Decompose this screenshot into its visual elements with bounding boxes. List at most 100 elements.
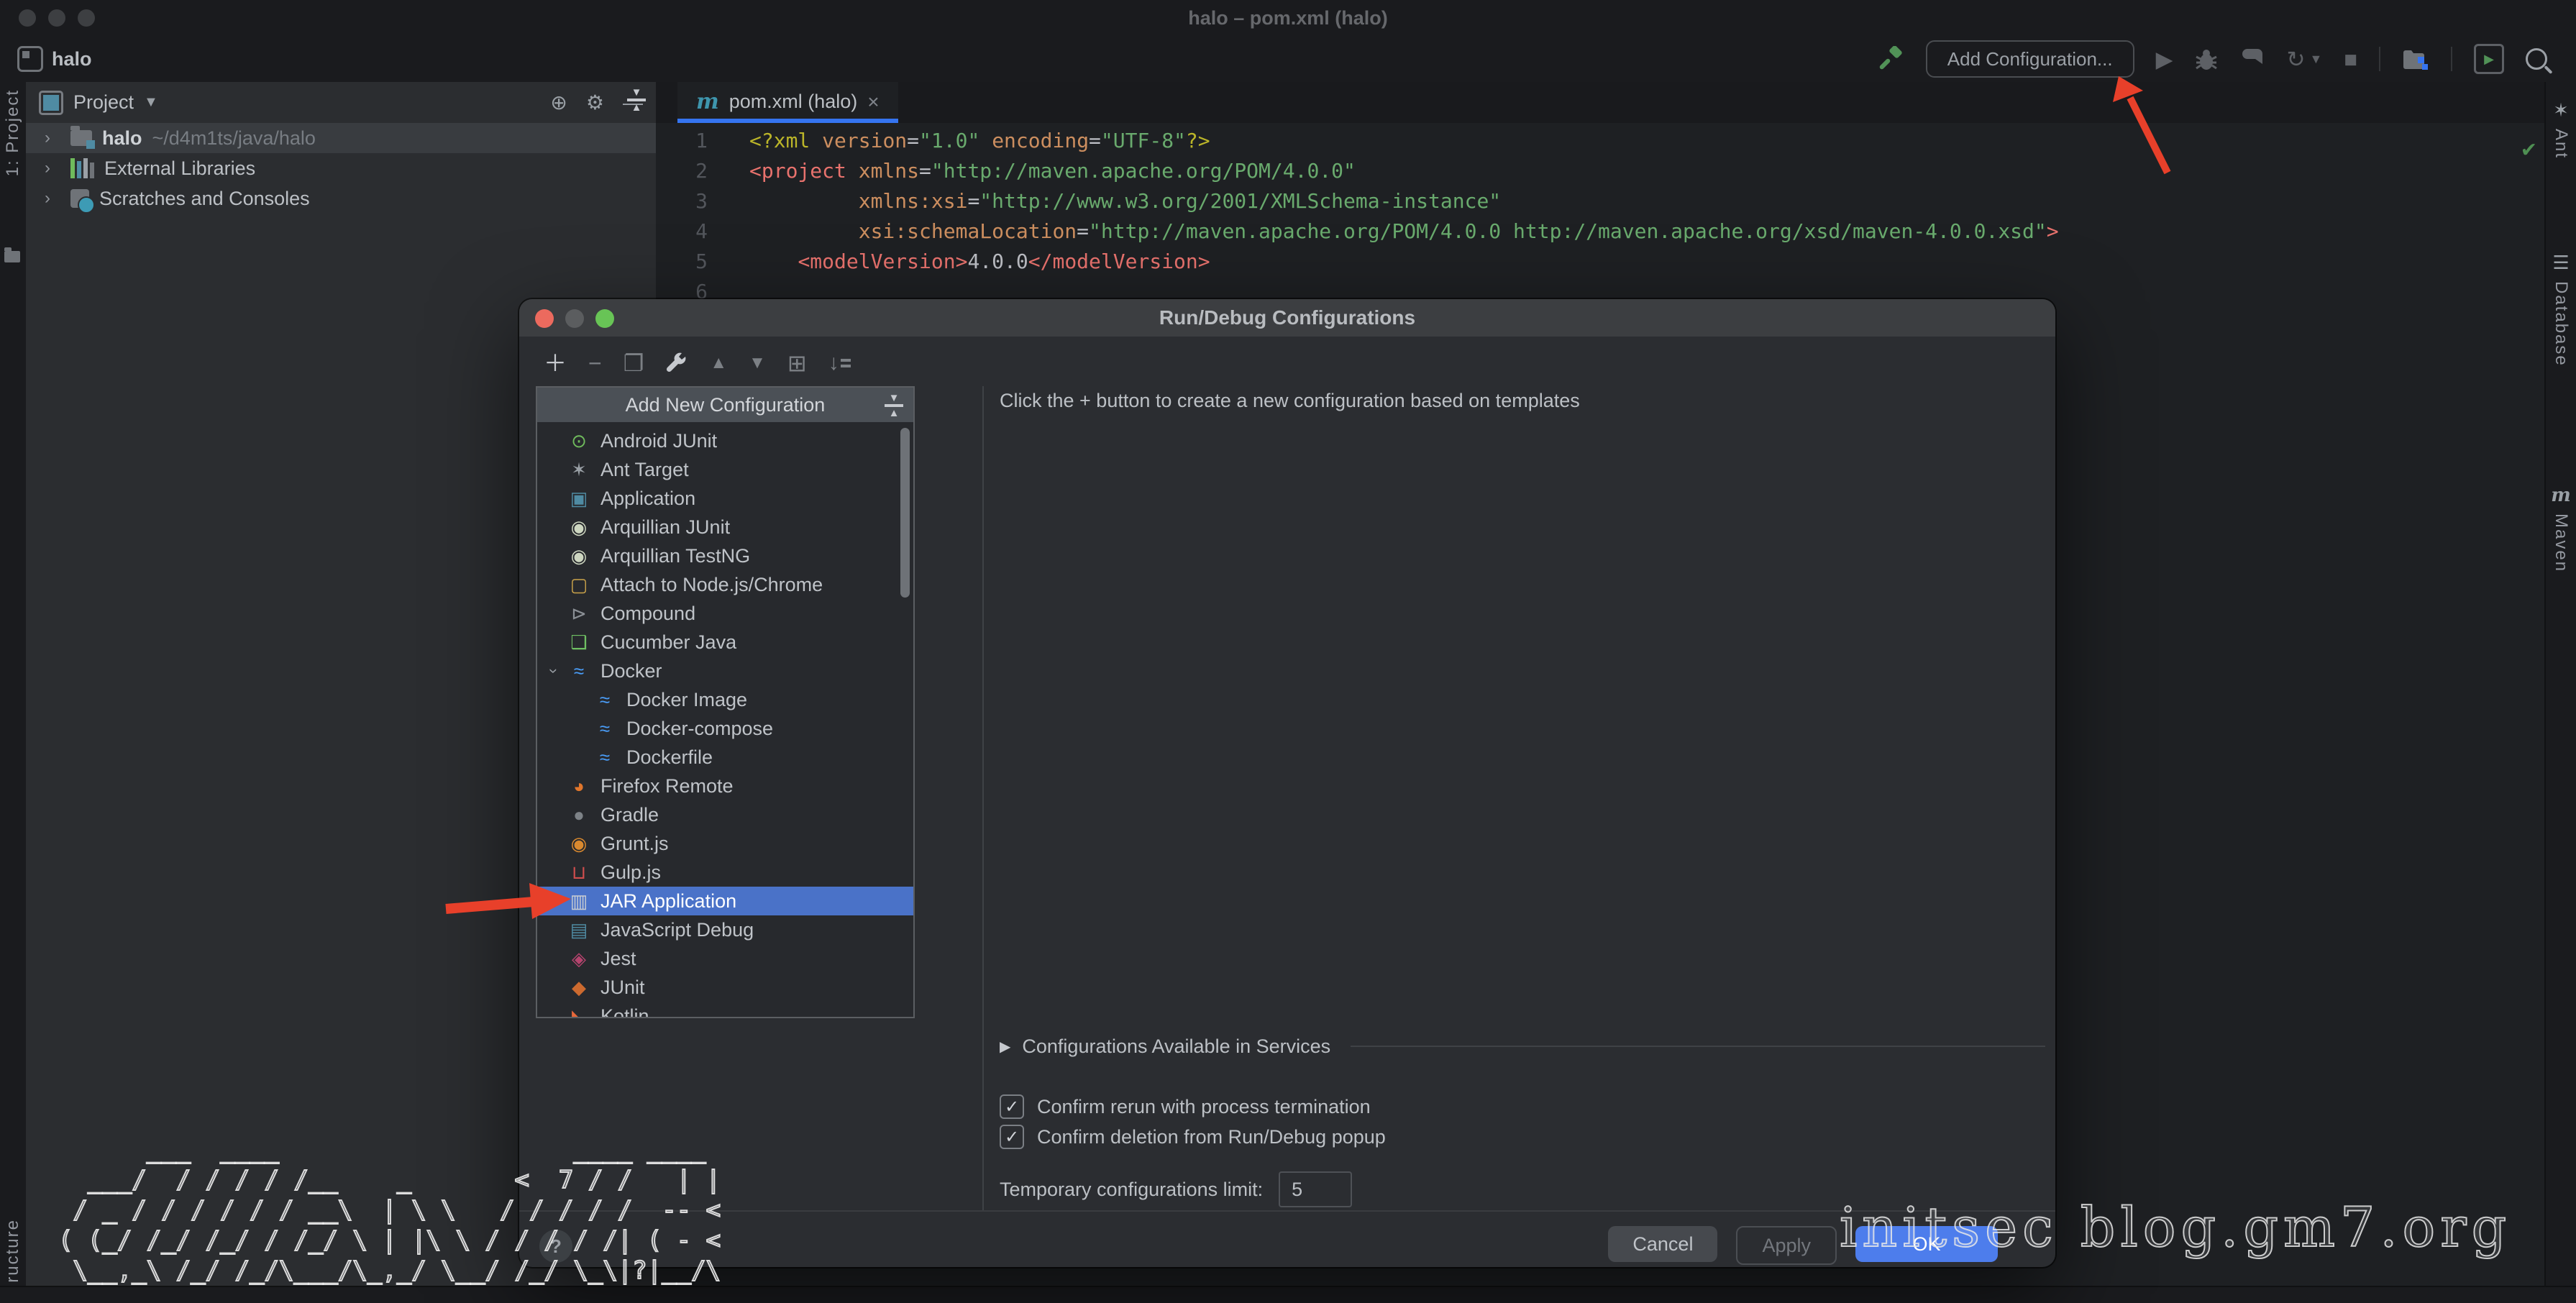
chevron-right-icon[interactable]: ▶ <box>1000 1038 1010 1056</box>
dialog-close-icon[interactable] <box>535 309 554 328</box>
tool-stripe-structure[interactable]: ructure <box>3 1219 23 1283</box>
services-section[interactable]: ▶ Configurations Available in Services <box>1000 1032 2045 1061</box>
config-type-item[interactable]: ⊙Android JUnit <box>537 426 913 455</box>
tool-stripe-database[interactable]: ☰ Database <box>2546 252 2576 367</box>
config-type-item[interactable]: ≈Dockerfile <box>537 743 913 772</box>
code-line: 4 xsi:schemaLocation="http://maven.apach… <box>656 216 2546 247</box>
config-type-item[interactable]: ◕Firefox Remote <box>537 772 913 800</box>
run-icon[interactable]: ▶ <box>2156 48 2173 70</box>
dialog-zoom-icon[interactable] <box>595 309 614 328</box>
project-view-icon <box>39 91 63 115</box>
config-type-item[interactable]: ▢Attach to Node.js/Chrome <box>537 570 913 599</box>
confirm-rerun-checkbox-row[interactable]: ✓ Confirm rerun with process termination <box>1000 1092 1371 1121</box>
tree-item-halo[interactable]: › halo ~/d4m1ts/java/halo <box>26 123 656 153</box>
tool-windows-icon[interactable] <box>2402 47 2429 71</box>
config-type-item[interactable]: ❑Cucumber Java <box>537 628 913 657</box>
confirm-deletion-checkbox-row[interactable]: ✓ Confirm deletion from Run/Debug popup <box>1000 1123 1386 1151</box>
config-type-item[interactable]: ◉Arquillian JUnit <box>537 513 913 541</box>
config-type-label: Gradle <box>600 804 659 826</box>
project-view-selector[interactable]: Project <box>73 91 134 114</box>
move-up-icon[interactable]: ▲ <box>710 355 727 372</box>
config-type-item[interactable]: ▤JavaScript Debug <box>537 915 913 944</box>
code-line: 3 xmlns:xsi="http://www.w3.org/2001/XMLS… <box>656 186 2546 216</box>
copy-icon[interactable]: ❐ <box>624 352 644 375</box>
config-type-item[interactable]: ≈Docker-compose <box>537 714 913 743</box>
close-tab-icon[interactable]: × <box>867 91 879 114</box>
tool-stripe-maven[interactable]: m Maven <box>2546 485 2576 572</box>
status-bar <box>0 1286 2576 1303</box>
config-type-item[interactable]: ◣ Kotlin <box>537 1002 913 1018</box>
kotlin-icon: ◣ <box>566 1005 592 1019</box>
chevron-down-icon[interactable]: ▼ <box>144 94 158 111</box>
stop-icon[interactable]: ■ <box>2344 48 2357 70</box>
tree-item-scratches[interactable]: › Scratches and Consoles <box>26 183 656 214</box>
cucumber-icon: ❑ <box>566 631 592 654</box>
chevron-right-icon[interactable]: › <box>45 128 60 148</box>
new-folder-icon[interactable]: ⊞ <box>787 352 807 375</box>
profiler-icon[interactable] <box>2240 47 2265 71</box>
project-widget[interactable]: halo <box>17 46 92 72</box>
coverage-dropdown-icon[interactable]: ▼ <box>2309 52 2322 65</box>
config-type-item[interactable]: ⊔Gulp.js <box>537 858 913 887</box>
locate-file-icon[interactable]: ⊕ <box>550 91 567 114</box>
search-everywhere-icon[interactable] <box>2526 48 2547 70</box>
database-icon: ☰ <box>2552 252 2569 274</box>
run-anything-icon[interactable]: ▶ <box>2474 44 2504 74</box>
tab-pom-xml[interactable]: m pom.xml (halo) × <box>677 82 898 122</box>
arquillian-icon: ◉ <box>566 516 592 539</box>
checkbox-checked-icon[interactable]: ✓ <box>1000 1125 1024 1149</box>
config-type-label: JAR Application <box>600 890 736 913</box>
line-number: 2 <box>656 156 732 186</box>
sort-alphabetically-icon[interactable]: ↓ <box>828 351 851 375</box>
line-number: 3 <box>656 186 732 216</box>
move-down-icon[interactable]: ▼ <box>749 355 766 372</box>
config-type-item[interactable]: ●Gradle <box>537 800 913 829</box>
coverage-icon[interactable]: ↻ <box>2286 48 2305 70</box>
config-type-item[interactable]: ◆JUnit <box>537 973 913 1002</box>
dialog-minimize-icon[interactable] <box>565 309 584 328</box>
config-type-item[interactable]: ◉Arquillian TestNG <box>537 541 913 570</box>
config-type-item[interactable]: ≈Docker Image <box>537 685 913 714</box>
filter-collapse-icon[interactable]: ▼▲ <box>885 393 903 418</box>
config-type-item[interactable]: ✶Ant Target <box>537 455 913 484</box>
code-line: 2<project xmlns="http://maven.apache.org… <box>656 156 2546 186</box>
run-debug-configurations-dialog: Run/Debug Configurations ＋ − ❐ ▲ ▼ ⊞ ↓ A… <box>519 299 2055 1267</box>
config-type-item[interactable]: ⊳Compound <box>537 599 913 628</box>
templates-hint-text: Click the + button to create a new confi… <box>1000 390 1580 412</box>
cancel-button[interactable]: Cancel <box>1608 1226 1717 1262</box>
debug-bug-icon[interactable] <box>2194 47 2219 71</box>
inspections-ok-icon[interactable]: ✔ <box>2522 133 2536 163</box>
config-type-item[interactable]: ›≈Docker <box>537 657 913 685</box>
tree-item-external-libraries[interactable]: › External Libraries <box>26 153 656 183</box>
project-folder-icon <box>70 130 92 146</box>
temporary-limit-input[interactable] <box>1279 1171 1352 1207</box>
jest-icon: ◈ <box>566 948 592 970</box>
add-icon[interactable]: ＋ <box>544 352 567 375</box>
add-configuration-button[interactable]: Add Configuration... <box>1926 40 2134 78</box>
chevron-expanded-icon[interactable]: › <box>544 659 563 683</box>
config-type-item[interactable]: ▥JAR Application <box>537 887 913 915</box>
config-type-item[interactable]: ◉Grunt.js <box>537 829 913 858</box>
chevron-right-icon[interactable]: › <box>45 158 60 178</box>
collapse-all-icon[interactable]: ▼▲ <box>627 88 646 112</box>
list-scrollbar[interactable] <box>900 428 910 598</box>
bookmark-folder-icon[interactable] <box>4 251 20 262</box>
tool-stripe-project[interactable]: 1: Project <box>3 89 23 176</box>
apply-button[interactable]: Apply <box>1736 1226 1837 1265</box>
config-type-label: Kotlin <box>600 1005 649 1019</box>
build-hammer-icon[interactable] <box>1878 46 1904 72</box>
chevron-right-icon[interactable]: › <box>45 188 60 209</box>
gear-icon[interactable]: ⚙ <box>586 91 604 114</box>
remove-icon[interactable]: − <box>588 352 602 375</box>
config-type-item[interactable]: ▣Application <box>537 484 913 513</box>
dialog-divider <box>982 386 984 1210</box>
checkbox-checked-icon[interactable]: ✓ <box>1000 1094 1024 1119</box>
line-number: 5 <box>656 247 732 277</box>
config-type-item[interactable]: ◈Jest <box>537 944 913 973</box>
edit-templates-wrench-icon[interactable] <box>665 352 688 375</box>
config-type-label: Attach to Node.js/Chrome <box>600 574 823 596</box>
config-type-label: Dockerfile <box>626 746 713 769</box>
tool-stripe-ant[interactable]: ✶ Ant <box>2546 99 2576 159</box>
config-type-label: Android JUnit <box>600 430 717 452</box>
code-line: 1<?xml version="1.0" encoding="UTF-8"?> <box>656 126 2546 156</box>
